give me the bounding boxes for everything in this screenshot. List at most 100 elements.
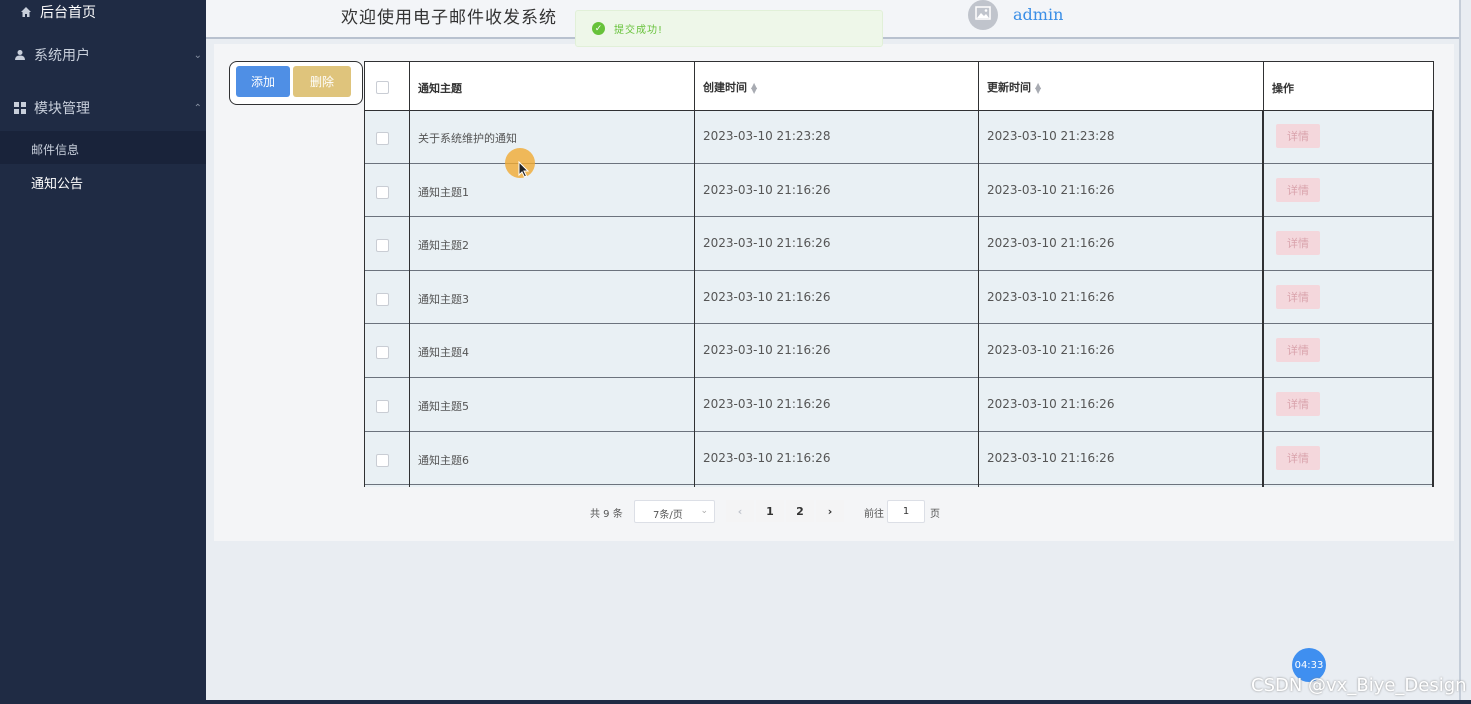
cell-updated: 2023-03-10 21:16:26 — [987, 182, 1115, 197]
username-link[interactable]: admin — [1013, 5, 1063, 24]
divider — [1262, 110, 1264, 487]
header-col-select — [365, 62, 410, 110]
goto-label: 前往 — [864, 509, 884, 520]
cell-subject: 通知主题4 — [418, 346, 469, 360]
sidebar-subitem-mail[interactable]: 邮件信息 — [31, 141, 79, 158]
delete-button[interactable]: 删除 — [293, 66, 351, 97]
sidebar-subitem-notice[interactable]: 通知公告 — [31, 173, 83, 192]
header-updated[interactable]: 更新时间 — [987, 81, 1031, 94]
cell-created: 2023-03-10 21:16:26 — [703, 450, 831, 465]
cell-subject: 通知主题6 — [418, 453, 469, 467]
table-row: 通知主题4 2023-03-10 21:16:26 2023-03-10 21:16… — [365, 324, 1434, 378]
sidebar-item-modules[interactable]: 模块管理 ⌃ — [12, 97, 218, 119]
sidebar-item-users-label: 系统用户 — [34, 48, 90, 64]
header-subject: 通知主题 — [418, 82, 462, 95]
home-icon — [18, 4, 34, 20]
page-button[interactable]: 1 — [756, 500, 784, 522]
chevron-up-icon: ⌃ — [193, 102, 202, 114]
window-edge — [206, 700, 1471, 704]
cell-created: 2023-03-10 21:16:26 — [703, 289, 831, 304]
notice-table: 通知主题 创建时间 ▲ ▼ 更新时间 ▲ ▼ 操作 关于系统维护的通知 2023-03-1… — [364, 61, 1434, 487]
select-all-checkbox[interactable] — [376, 81, 389, 94]
cell-created: 2023-03-10 21:16:26 — [703, 397, 831, 411]
header-actions: 操作 — [1272, 82, 1294, 95]
window-edge — [1459, 0, 1461, 704]
divider — [978, 110, 979, 487]
cell-created: 2023-03-10 21:23:28 — [703, 129, 831, 143]
detail-button[interactable]: 详情 — [1276, 445, 1320, 470]
cell-updated: 2023-03-10 21:16:26 — [987, 289, 1115, 304]
header-col-actions: 操作 — [1264, 62, 1434, 110]
page-button[interactable]: 2 — [786, 500, 814, 522]
chevron-down-icon: ⌄ — [700, 506, 708, 516]
cell-subject: 关于系统维护的通知 — [418, 132, 517, 145]
header-col-created: 创建时间 ▲ ▼ — [695, 62, 979, 110]
table-row: 通知主题2 2023-03-10 21:16:26 2023-03-10 21:16… — [365, 217, 1434, 271]
sidebar-item-users[interactable]: 系统用户 ⌄ — [12, 44, 218, 66]
goto-page-input[interactable]: 1 — [887, 500, 925, 523]
next-page-button[interactable]: › — [816, 500, 844, 522]
divider — [694, 110, 695, 487]
cell-subject: 通知主题3 — [418, 292, 469, 306]
prev-page-button[interactable]: ‹ — [726, 500, 754, 522]
chevron-left-icon: ‹ — [737, 504, 743, 518]
row-checkbox[interactable] — [376, 292, 389, 306]
header-col-updated: 更新时间 ▲ ▼ — [979, 62, 1264, 110]
table-header: 通知主题 创建时间 ▲ ▼ 更新时间 ▲ ▼ 操作 — [365, 62, 1434, 111]
cell-subject: 通知主题1 — [418, 185, 469, 199]
detail-button[interactable]: 详情 — [1276, 284, 1320, 309]
user-icon — [12, 47, 28, 63]
avatar[interactable] — [968, 0, 998, 30]
divider — [409, 110, 410, 487]
page-size-value: 7条/页 — [653, 510, 683, 521]
row-checkbox[interactable] — [376, 132, 389, 145]
cell-subject: 通知主题2 — [418, 239, 469, 253]
sort-icon[interactable]: ▲ ▼ — [1035, 82, 1041, 95]
sidebar-item-home[interactable]: 后台首页 — [18, 2, 224, 22]
header-col-subject: 通知主题 — [410, 62, 695, 110]
header-updated-wrap: 更新时间 ▲ ▼ — [987, 79, 1041, 95]
detail-button[interactable]: 详情 — [1276, 177, 1320, 202]
table-row: 通知主题6 2023-03-10 21:16:26 2023-03-10 21:16… — [365, 432, 1434, 486]
table-row: 通知主题3 2023-03-10 21:16:26 2023-03-10 21:16… — [365, 271, 1434, 325]
mouse-pointer-icon — [518, 161, 530, 178]
sidebar-item-home-label: 后台首页 — [40, 5, 96, 21]
cell-updated: 2023-03-10 21:16:26 — [987, 343, 1115, 358]
divider — [1432, 110, 1434, 487]
page-title: 欢迎使用电子邮件收发系统 — [341, 8, 557, 28]
row-checkbox[interactable] — [376, 400, 389, 413]
cell-created: 2023-03-10 21:16:26 — [703, 343, 831, 358]
sort-icon[interactable]: ▲ ▼ — [751, 82, 757, 95]
detail-button[interactable]: 详情 — [1276, 338, 1320, 363]
header-created[interactable]: 创建时间 — [703, 81, 747, 94]
cell-created: 2023-03-10 21:16:26 — [703, 182, 831, 197]
toast-message: 提交成功! — [614, 25, 664, 36]
row-checkbox[interactable] — [376, 453, 389, 467]
grid-icon — [12, 100, 28, 116]
detail-button[interactable]: 详情 — [1276, 392, 1320, 416]
cell-updated: 2023-03-10 21:16:26 — [987, 450, 1115, 465]
row-checkbox[interactable] — [376, 346, 389, 360]
chevron-down-icon: ⌄ — [193, 49, 202, 61]
success-toast: ✓ 提交成功! — [575, 10, 883, 47]
cell-created: 2023-03-10 21:16:26 — [703, 236, 831, 251]
sidebar-item-modules-label: 模块管理 — [34, 101, 90, 117]
sidebar: 后台首页 系统用户 ⌄ 模块管理 ⌃ 邮件信息 通知公告 — [0, 0, 206, 704]
header-created-wrap: 创建时间 ▲ ▼ — [703, 79, 757, 95]
add-button[interactable]: 添加 — [236, 66, 290, 97]
detail-button[interactable]: 详情 — [1276, 124, 1320, 148]
cell-updated: 2023-03-10 21:16:26 — [987, 397, 1115, 411]
watermark: CSDN @vx_Biye_Design — [1251, 675, 1467, 696]
chevron-right-icon: › — [827, 504, 833, 518]
row-checkbox[interactable] — [376, 239, 389, 253]
goto-suffix: 页 — [930, 509, 940, 520]
cell-subject: 通知主题5 — [418, 400, 469, 413]
row-checkbox[interactable] — [376, 185, 389, 199]
check-circle-icon: ✓ — [592, 22, 605, 35]
page-size-select[interactable]: 7条/页 ⌄ — [634, 500, 715, 523]
pager-total: 共 9 条 — [590, 509, 623, 520]
image-icon — [975, 5, 991, 25]
table-row: 通知主题5 2023-03-10 21:16:26 2023-03-10 21:16… — [365, 378, 1434, 432]
detail-button[interactable]: 详情 — [1276, 231, 1320, 256]
cell-updated: 2023-03-10 21:23:28 — [987, 129, 1115, 143]
